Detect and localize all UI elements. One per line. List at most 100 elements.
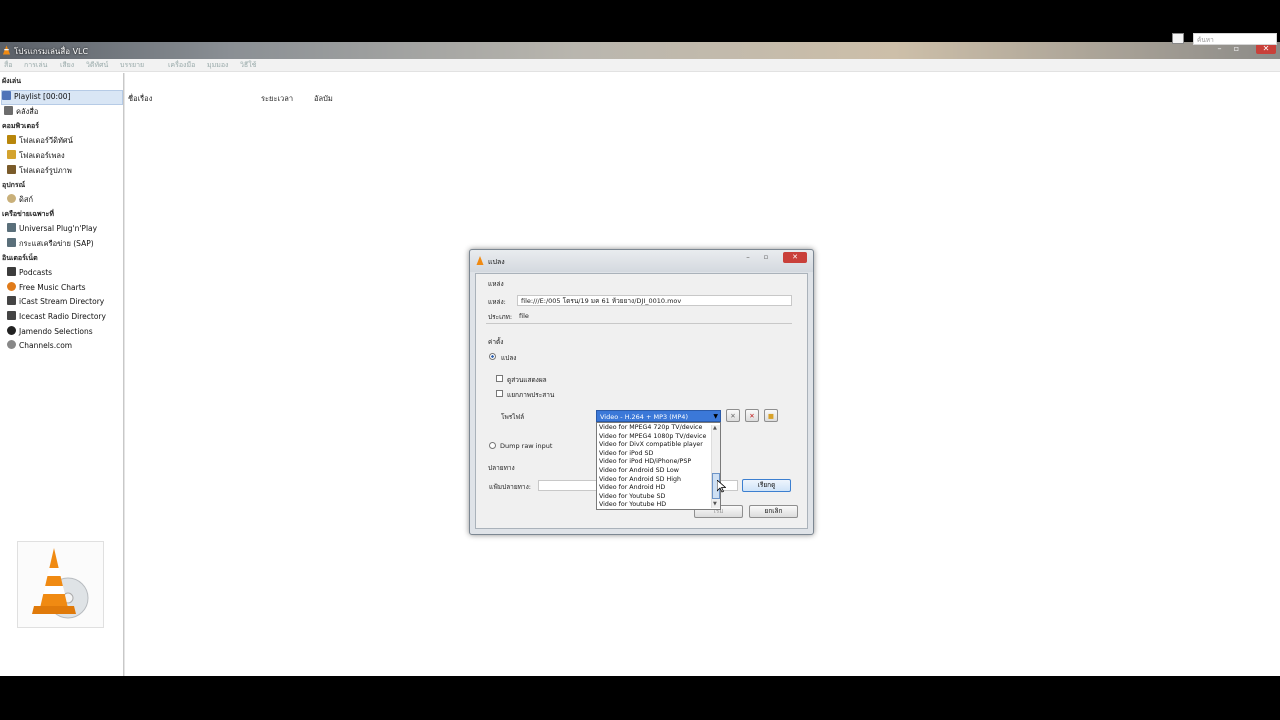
profile-label: โพรไฟล์ [501, 413, 525, 421]
album-art-vlc-cone [17, 541, 104, 628]
minimize-button[interactable]: – [1213, 44, 1226, 54]
sidebar-item-podcasts[interactable]: Podcasts [7, 267, 52, 280]
music-folder-icon [7, 150, 16, 159]
wrench-icon: ✕ [730, 412, 736, 420]
sidebar-item-music-folder[interactable]: โฟลเดอร์เพลง [7, 150, 65, 163]
dialog-title: แปลง [488, 258, 505, 266]
menu-help[interactable]: วิธีใช้ [240, 60, 256, 71]
sidebar-item-icecast[interactable]: Icecast Radio Directory [7, 311, 106, 324]
profile-option[interactable]: Video for Android SD Low [599, 467, 679, 476]
sidebar-item-library[interactable]: คลังสื่อ [4, 106, 38, 119]
profile-option[interactable]: Video for Android SD High [599, 476, 681, 485]
deinterlace-label: แยกภาพประสาน [507, 391, 555, 399]
view-mode-button[interactable] [1172, 33, 1184, 44]
convert-radio-label: แปลง [501, 354, 517, 362]
profile-option[interactable]: Video for iPod HD/iPhone/PSP [599, 458, 691, 467]
dump-raw-radio[interactable] [489, 442, 496, 449]
sidebar-item-channels[interactable]: Channels.com [7, 340, 72, 353]
menu-bar: สื่อ การเล่น เสียง วิดีทัศน์ บรรยาย เครื… [0, 59, 1280, 72]
menu-tools[interactable]: เครื่องมือ [168, 60, 195, 71]
show-output-checkbox[interactable] [496, 375, 503, 382]
vlc-cone-icon [32, 548, 89, 619]
close-window-button[interactable]: ✕ [1256, 44, 1276, 54]
divider [486, 323, 792, 324]
new-profile-icon: ■ [767, 412, 775, 420]
jamendo-icon [7, 326, 16, 335]
menu-view[interactable]: มุมมอง [207, 60, 228, 71]
section-devices: อุปกรณ์ [2, 181, 26, 189]
scroll-down-icon[interactable]: ▼ [713, 501, 717, 507]
profile-option[interactable]: Video for Youtube SD [599, 493, 665, 502]
sidebar-item-sap[interactable]: กระแสเครือข่าย (SAP) [7, 238, 94, 251]
mouse-pointer-icon [717, 480, 726, 493]
profile-select[interactable]: Video - H.264 + MP3 (MP4) ▼ [596, 410, 721, 422]
dropdown-scrollbar[interactable]: ▲ ▼ [711, 425, 720, 508]
convert-radio[interactable] [489, 353, 496, 360]
profile-option[interactable]: Video for MPEG4 1080p TV/device [599, 433, 706, 442]
pictures-folder-icon [7, 165, 16, 174]
network-icon [7, 223, 16, 232]
sidebar-item-icast[interactable]: iCast Stream Directory [7, 296, 104, 309]
dialog-minimize-button[interactable]: – [741, 253, 755, 263]
menu-subtitle[interactable]: บรรยาย [120, 60, 144, 71]
section-computer: คอมพิวเตอร์ [2, 122, 39, 130]
playlist-search-input[interactable]: ค้นหา [1193, 33, 1277, 45]
deinterlace-checkbox[interactable] [496, 390, 503, 397]
section-playlist: ผังเล่น [2, 77, 21, 85]
window-title: โปรแกรมเล่นสื่อ VLC [14, 47, 89, 56]
music-icon [7, 282, 16, 291]
column-duration[interactable]: ระยะเวลา [261, 93, 293, 105]
source-group-label: แหล่ง [488, 280, 504, 288]
menu-media[interactable]: สื่อ [4, 60, 12, 71]
vlc-cone-icon [476, 256, 484, 265]
profile-option[interactable]: Video for iPod SD [599, 450, 653, 459]
browse-button[interactable]: เรียกดู [742, 479, 791, 492]
delete-profile-button[interactable]: ✕ [745, 409, 759, 422]
cancel-button[interactable]: ยกเลิก [749, 505, 798, 518]
sidebar-item-free-music-charts[interactable]: Free Music Charts [7, 282, 86, 295]
section-internet: อินเตอร์เน็ต [2, 254, 38, 262]
menu-playback[interactable]: การเล่น [24, 60, 47, 71]
column-title[interactable]: ชื่อเรื่อง [128, 93, 152, 105]
profile-option[interactable]: Video for MPEG4 720p TV/device [599, 424, 702, 433]
scroll-up-icon[interactable]: ▲ [713, 425, 717, 431]
settings-group-label: ค่าตั้ง [488, 338, 504, 346]
menu-audio[interactable]: เสียง [60, 60, 74, 71]
library-icon [4, 106, 13, 115]
menu-video[interactable]: วิดีทัศน์ [86, 60, 108, 71]
destination-group-label: ปลายทาง [488, 464, 515, 472]
radio-icon [7, 311, 16, 320]
sidebar-item-pictures-folder[interactable]: โฟลเดอร์รูปภาพ [7, 165, 72, 178]
channels-icon [7, 340, 16, 349]
dialog-title-bar: แปลง – ▫ ✕ [470, 250, 813, 272]
dump-raw-label: Dump raw input [500, 442, 553, 450]
sidebar-item-jamendo[interactable]: Jamendo Selections [7, 326, 93, 339]
playlist-icon [2, 91, 11, 100]
title-bar: โปรแกรมเล่นสื่อ VLC – ▫ ✕ [0, 42, 1280, 59]
type-value: file [519, 312, 529, 320]
profile-option[interactable]: Video for Android HD [599, 484, 665, 493]
edit-profile-button[interactable]: ✕ [726, 409, 740, 422]
disc-icon [7, 194, 16, 203]
delete-icon: ✕ [749, 412, 755, 420]
network-icon [7, 238, 16, 247]
source-label: แหล่ง: [488, 298, 506, 306]
source-field[interactable]: file:///E:/005 โดรน/19 มค 61 ห้วยยาง/DJI… [517, 295, 792, 306]
profile-option[interactable]: Video for Youtube HD [599, 501, 666, 510]
sidebar-item-playlist[interactable]: Playlist [00:00] [1, 90, 123, 105]
show-output-label: ดูส่วนแสดงผล [507, 376, 547, 384]
bottom-black-bar [0, 676, 1280, 720]
column-album[interactable]: อัลบัม [314, 93, 333, 105]
dialog-maximize-button[interactable]: ▫ [759, 253, 773, 263]
sidebar-item-upnp[interactable]: Universal Plug'n'Play [7, 223, 97, 236]
vlc-cone-icon [2, 45, 11, 55]
new-profile-button[interactable]: ■ [764, 409, 778, 422]
profile-option[interactable]: Video for DivX compatible player [599, 441, 703, 450]
maximize-button[interactable]: ▫ [1230, 44, 1243, 54]
radio-icon [7, 296, 16, 305]
sidebar-item-disc[interactable]: ดิสก์ [7, 194, 33, 207]
sidebar-item-video-folder[interactable]: โฟลเดอร์วีดิทัศน์ [7, 135, 73, 148]
podcast-icon [7, 267, 16, 276]
destination-file-label: แฟ้มปลายทาง: [489, 483, 531, 491]
dialog-close-button[interactable]: ✕ [783, 252, 807, 263]
